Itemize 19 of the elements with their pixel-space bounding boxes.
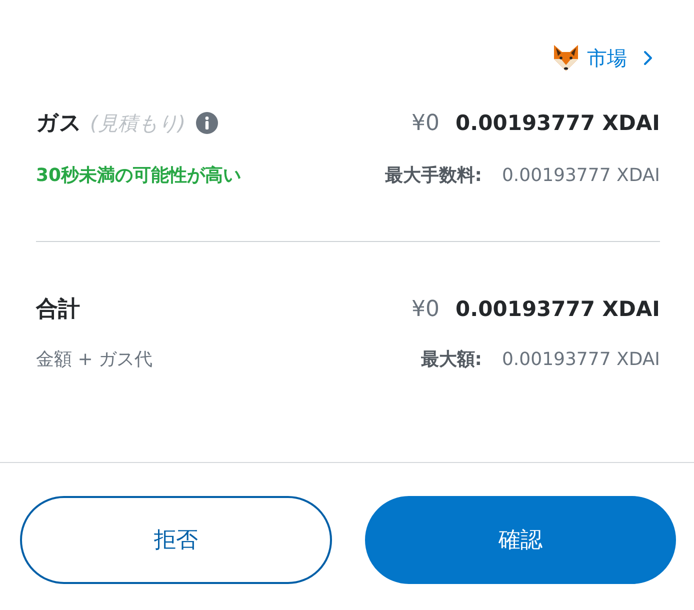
total-title: 合計 [36, 296, 80, 324]
reject-button[interactable]: 拒否 [20, 496, 332, 584]
max-label: 最大額: [420, 348, 482, 371]
crypto-amount: 0.00193777 XDAI [456, 111, 660, 135]
fiat-amount: ¥0 [412, 296, 440, 322]
estimate-label: (見積もり) [90, 110, 186, 136]
crypto-amount: 0.00193777 XDAI [456, 297, 660, 321]
market-link[interactable]: 市場 [551, 43, 653, 73]
max-value: 0.00193777 XDAI [502, 164, 660, 186]
confirm-button[interactable]: 確認 [364, 496, 676, 584]
total-note: 金額 + ガス代 [36, 348, 153, 371]
speed-estimate: 30秒未満の可能性が高い [36, 164, 242, 187]
chevron-right-icon [643, 50, 653, 66]
info-icon [196, 112, 218, 134]
gas-title: ガス [36, 110, 82, 138]
max-value: 0.00193777 XDAI [502, 348, 660, 370]
max-label: 最大手数料: [384, 164, 482, 187]
fox-icon [551, 43, 581, 73]
fiat-amount: ¥0 [412, 110, 440, 136]
